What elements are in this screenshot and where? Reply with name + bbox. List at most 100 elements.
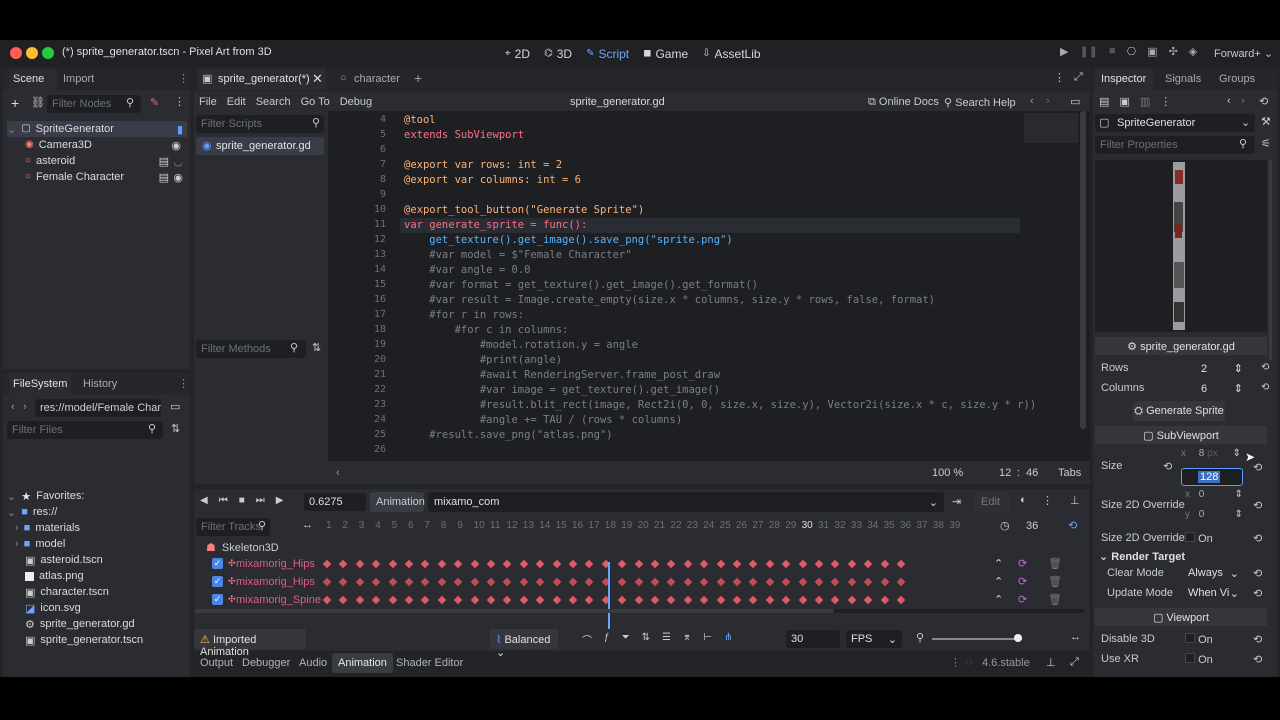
keyframe[interactable] <box>486 595 496 605</box>
keyframe[interactable] <box>552 577 561 587</box>
render-target-section[interactable]: ⌄ Render Target <box>1099 550 1185 563</box>
revert-icon[interactable]: ⟲ <box>1253 567 1262 580</box>
revert-icon[interactable]: ⟲ <box>1253 532 1262 545</box>
keyframe[interactable] <box>552 559 561 569</box>
keyframe[interactable] <box>732 559 742 569</box>
main-tab-script[interactable]: ✎ Script <box>586 45 629 63</box>
close-window-button[interactable] <box>10 47 22 59</box>
keyframe[interactable] <box>617 559 627 569</box>
keyframe[interactable] <box>339 595 348 605</box>
sort-icon[interactable]: ⇅ <box>312 341 321 354</box>
bottom-tab-animation[interactable]: Animation <box>332 653 393 673</box>
code-line[interactable]: 11 var generate_sprite = func(): <box>328 219 1018 234</box>
usexr-checkbox[interactable]: On <box>1185 653 1213 666</box>
open-folder-icon[interactable]: ▣ <box>1119 95 1129 108</box>
keyframe[interactable] <box>371 559 381 569</box>
keyframe[interactable] <box>650 595 660 605</box>
loop-icon[interactable]: ⟲ <box>1068 519 1077 532</box>
zoom-slider[interactable] <box>932 634 1022 642</box>
filter-scripts-input[interactable]: Filter Scripts <box>196 115 324 133</box>
keyframe[interactable] <box>699 577 709 587</box>
keyframe[interactable] <box>486 559 496 569</box>
keyframe[interactable] <box>437 577 447 587</box>
pin-icon[interactable]: ⊥ <box>1046 656 1056 669</box>
keyframe[interactable] <box>617 595 627 605</box>
keyframe[interactable] <box>453 595 463 605</box>
next-script-icon[interactable]: › <box>1046 95 1050 107</box>
movie-icon[interactable]: ✣ <box>1169 45 1178 58</box>
tab-groups[interactable]: Groups <box>1219 73 1255 85</box>
magnet-icon[interactable]: ⋔ <box>724 632 732 647</box>
keyframe[interactable] <box>798 577 807 587</box>
play-scene-icon[interactable]: ▣ <box>1147 45 1157 58</box>
keyframe[interactable] <box>519 577 529 587</box>
snap-mode-select[interactable]: ⌇ Balanced ⌄ <box>490 629 558 659</box>
visibility-icon[interactable]: ◉ <box>171 139 181 152</box>
prev-script-icon[interactable]: ‹ <box>1030 95 1034 107</box>
add-tab-icon[interactable]: + <box>414 70 422 86</box>
keyframe[interactable] <box>470 559 479 569</box>
filter-files-input[interactable]: Filter Files <box>7 421 163 439</box>
dock-menu-icon[interactable]: ⋮ <box>178 72 189 85</box>
keyframe[interactable] <box>519 595 529 605</box>
revert-size-icon[interactable]: ⟲ <box>1163 460 1172 473</box>
keyframe[interactable] <box>404 577 414 587</box>
link-icon[interactable]: ⛓ <box>31 96 45 109</box>
keyframe[interactable] <box>470 577 479 587</box>
keyframe[interactable] <box>634 559 643 569</box>
file-item-atlas[interactable]: atlas.png <box>25 568 84 584</box>
fps-select[interactable]: FPS ⌄ <box>846 630 902 648</box>
columns-spinbox[interactable]: 6 ⇕ <box>1187 381 1247 398</box>
toggle-panel-icon[interactable]: ▭ <box>1070 95 1080 108</box>
keyframe[interactable] <box>847 595 857 605</box>
function-icon[interactable]: ƒ <box>604 632 610 647</box>
track-enabled-checkbox[interactable]: ✓ <box>212 594 223 605</box>
loop-mode-icon[interactable]: ⟳ <box>1018 557 1027 570</box>
keyframe[interactable] <box>798 559 807 569</box>
keyframe[interactable] <box>683 595 693 605</box>
size2d-stretch-checkbox[interactable]: On <box>1185 532 1213 545</box>
onion-skin-icon[interactable]: ◐ <box>1020 494 1027 506</box>
size2d-x-field[interactable]: x 0 ⇕ <box>1185 489 1243 506</box>
interpolation-icon[interactable]: ⌃ <box>994 575 1003 588</box>
keyframe[interactable] <box>781 577 791 587</box>
code-line[interactable]: 17 #for r in rows: <box>328 309 1018 324</box>
viewport-section-header[interactable]: ▢ Viewport <box>1095 608 1267 626</box>
keyframe[interactable] <box>339 559 348 569</box>
keyframe[interactable] <box>863 595 873 605</box>
code-line[interactable]: 25 #result.save_png("atlas.png") <box>328 429 1018 444</box>
keyframe[interactable] <box>404 595 414 605</box>
main-tab-assetlib[interactable]: ⇩ AssetLib <box>702 45 760 63</box>
tab-signals[interactable]: Signals <box>1165 73 1201 85</box>
keyframe[interactable] <box>355 559 365 569</box>
script-list-item[interactable]: ◉ sprite_generator.gd <box>196 137 324 155</box>
path-input[interactable]: res://model/Female Chara <box>35 399 161 417</box>
revert-icon[interactable]: ⟲ <box>1253 633 1262 646</box>
keyframe[interactable] <box>765 595 775 605</box>
update-mode-select[interactable]: When Vi ⌄ <box>1185 584 1241 602</box>
snap-icon[interactable]: ⊢ <box>703 632 712 647</box>
keyframe[interactable] <box>650 577 660 587</box>
keyframe[interactable] <box>568 559 578 569</box>
tab-inspector[interactable]: Inspector <box>1095 68 1153 90</box>
revert-icon[interactable]: ⟲ <box>1253 461 1262 474</box>
play-from-start-icon[interactable]: ⏭ <box>256 495 265 506</box>
loop-mode-icon[interactable]: ⟳ <box>1018 593 1027 606</box>
clear-mode-select[interactable]: Always ⌄ <box>1185 564 1241 582</box>
play-backwards-from-end-icon[interactable]: ⏮ <box>219 495 228 506</box>
keyframe[interactable] <box>896 577 906 587</box>
file-item-icon[interactable]: ◪ icon.svg <box>25 600 81 616</box>
keyframe[interactable] <box>732 595 742 605</box>
size2d-y-field[interactable]: y 0 ⇕ <box>1185 509 1243 526</box>
pause-icon[interactable]: ❚❚ <box>1079 45 1097 58</box>
menu-edit[interactable]: Edit <box>227 96 246 108</box>
menu-search[interactable]: Search <box>256 96 291 108</box>
revert-icon[interactable]: ⟲ <box>1253 499 1262 512</box>
keyframe[interactable] <box>781 559 791 569</box>
keyframe[interactable] <box>749 577 758 587</box>
file-item-materials[interactable]: › ■ materials <box>15 520 80 536</box>
size-x-field[interactable]: x 8 px ⇕ <box>1181 448 1241 465</box>
stop-icon[interactable]: ■ <box>1109 45 1116 58</box>
track-enabled-checkbox[interactable]: ✓ <box>212 558 223 569</box>
file-item-asteroid[interactable]: ▣ asteroid.tscn <box>25 552 103 568</box>
